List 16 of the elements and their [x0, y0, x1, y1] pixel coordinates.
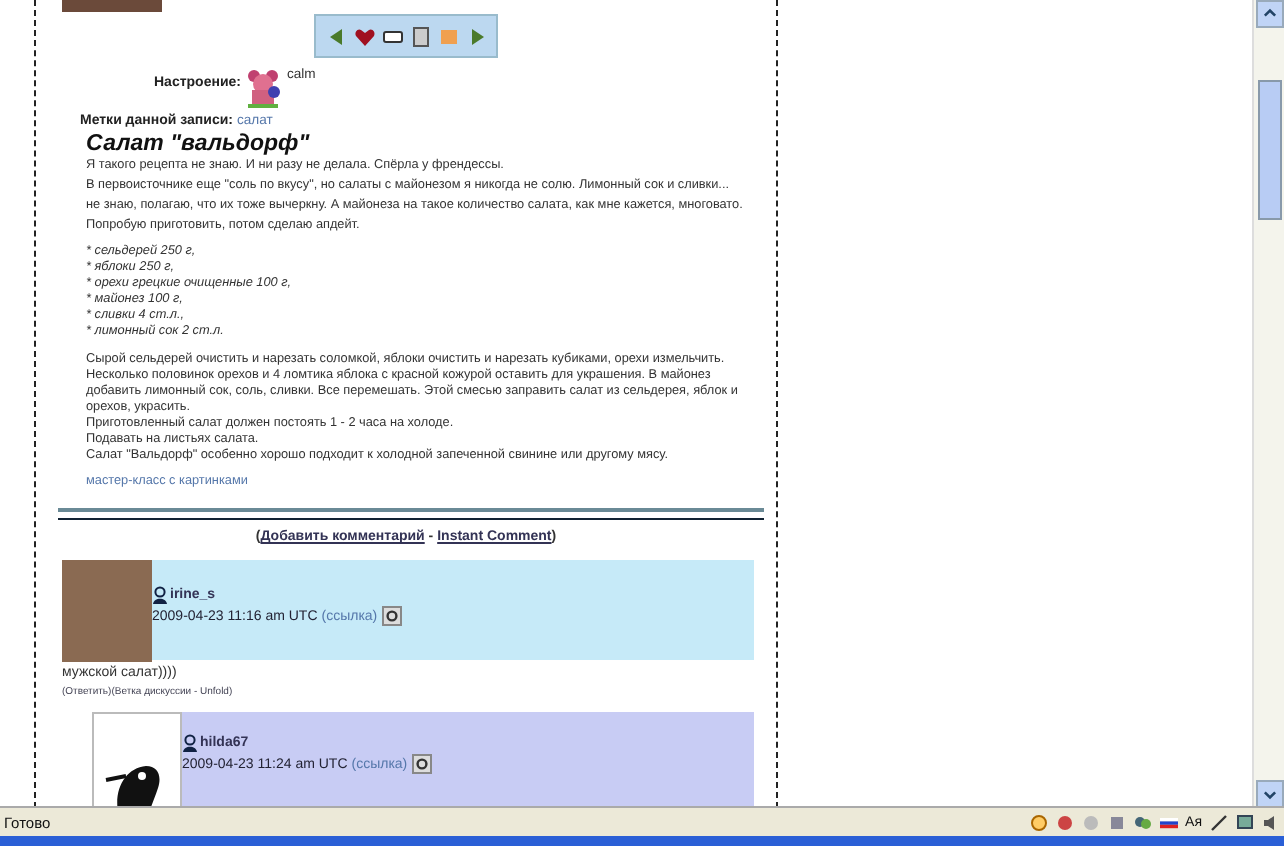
post-title: Салат "вальдорф" [86, 132, 312, 156]
monitor-icon[interactable] [1236, 813, 1254, 832]
user-icon [182, 734, 198, 752]
scroll-down-icon[interactable] [1255, 780, 1283, 807]
left-arrow-icon[interactable] [325, 25, 347, 47]
pen-icon[interactable] [1210, 813, 1228, 832]
heart-icon[interactable] [353, 25, 375, 47]
photo-placeholder [62, 0, 162, 12]
people-icon[interactable] [1133, 813, 1152, 832]
avatar-drawing [92, 712, 182, 807]
user-icon [152, 586, 168, 604]
speaker-icon[interactable] [1262, 813, 1280, 832]
bear-icon [244, 68, 283, 110]
photo-placeholder [62, 560, 152, 662]
scrollbar-thumb[interactable] [1257, 80, 1281, 220]
scroll-up-icon[interactable] [1255, 0, 1283, 28]
